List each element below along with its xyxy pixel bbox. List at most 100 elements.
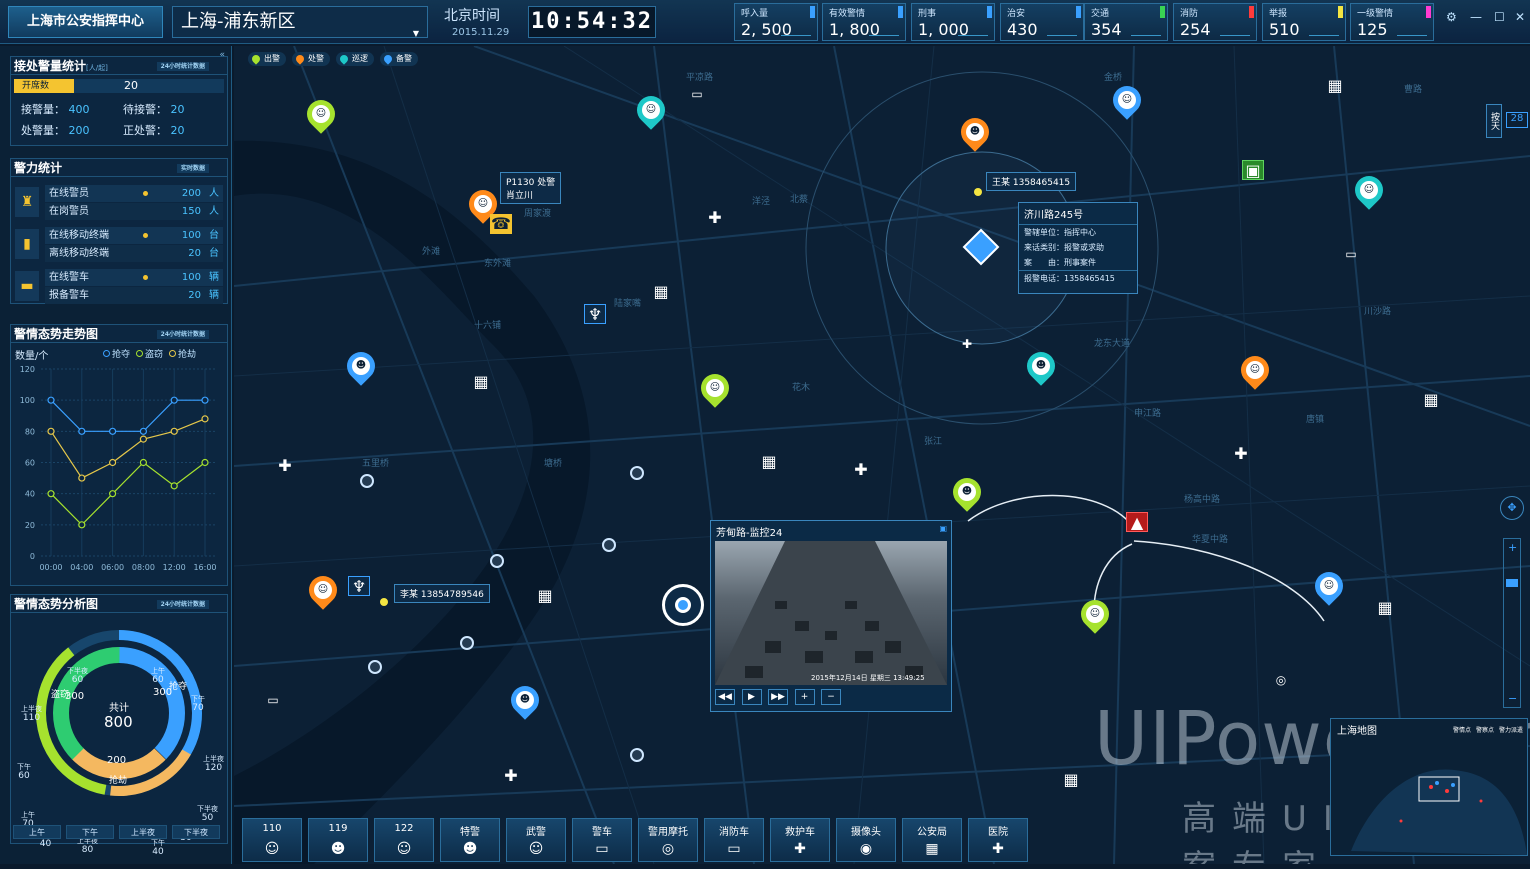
period-tab[interactable]: 下半夜 <box>172 825 220 839</box>
layer-toggle-fire-truck[interactable]: 消防车 ▭ <box>704 818 764 862</box>
stat-box-1[interactable]: 有效警情 1, 800 <box>822 3 906 41</box>
vehicle-label[interactable]: P1130 处警 肖立川 <box>500 172 562 204</box>
stat-box-5[interactable]: 消防 254 <box>1173 3 1257 41</box>
hospital-icon[interactable]: ✚ <box>850 460 872 480</box>
incident-icon[interactable]: ▣ <box>1242 160 1264 180</box>
hospital-icon[interactable]: ✚ <box>500 766 522 786</box>
police-car-icon[interactable]: ▭ <box>686 84 708 104</box>
maximize-icon[interactable]: ☐ <box>1494 10 1505 24</box>
data-point[interactable] <box>201 458 209 467</box>
layer-toggle-firefighter[interactable]: 119 ☻ <box>308 818 368 862</box>
video-frame[interactable]: 2015年12月14日 星期三 13:49:25 <box>715 541 947 685</box>
map-legend-item[interactable]: 处警 <box>292 52 330 66</box>
zoom-in-icon[interactable]: + <box>1508 541 1517 554</box>
zoom-control[interactable]: ✥ + − <box>1500 496 1524 726</box>
stat-box-2[interactable]: 刑事 1, 000 <box>911 3 995 41</box>
patrol-pin[interactable]: ☺ <box>1075 594 1115 640</box>
patrol-pin[interactable]: ☺ <box>631 90 671 136</box>
layer-toggle-police-car[interactable]: 警车 ▭ <box>572 818 632 862</box>
caller-label[interactable]: 王某 1358465415 <box>986 172 1077 191</box>
force-line[interactable]: 离线移动终端 20 台 <box>45 245 223 262</box>
standby-pin[interactable]: ☺ <box>1107 80 1147 126</box>
layer-toggle-motorcycle[interactable]: 警用摩托 ◎ <box>638 818 698 862</box>
stat-box-3[interactable]: 治安 430 <box>1000 3 1084 41</box>
hospital-icon[interactable]: ✚ <box>1230 444 1252 464</box>
data-point[interactable] <box>139 435 147 443</box>
zoom-slider[interactable]: + − <box>1503 538 1521 708</box>
camera-icon[interactable] <box>630 466 644 480</box>
ambulance-icon[interactable]: ✚ <box>956 334 978 354</box>
data-point[interactable] <box>78 427 86 435</box>
data-point[interactable] <box>108 490 117 498</box>
hospital-icon[interactable]: ✚ <box>704 208 726 228</box>
force-line[interactable]: 在岗警员 150 人 <box>45 203 223 220</box>
standby-pin[interactable]: ☻ <box>505 680 545 726</box>
pan-icon[interactable]: ✥ <box>1500 496 1524 520</box>
data-point[interactable] <box>170 482 178 490</box>
patrol-pin[interactable]: ☺ <box>1349 170 1389 216</box>
camera-video-popup[interactable]: 芳甸路-监控24 ▣ 2015年12月14日 星期三 13:49:25 ◀◀ ▶… <box>710 520 952 712</box>
emergency-icon[interactable]: ♆ <box>584 304 606 324</box>
stat-box-7[interactable]: 一级警情 125 <box>1350 3 1434 41</box>
data-point[interactable] <box>170 396 178 404</box>
map-legend-item[interactable]: 备警 <box>380 52 418 66</box>
fire-incident-icon[interactable]: ▲ <box>1126 512 1148 532</box>
data-point[interactable] <box>139 427 147 435</box>
layer-toggle-camera[interactable]: 摄像头 ◉ <box>836 818 896 862</box>
force-line[interactable]: 在线警员 200 人 <box>45 185 223 202</box>
hospital-icon[interactable]: ✚ <box>274 456 296 476</box>
caller-label[interactable]: 李某 13854789546 <box>394 584 490 603</box>
police-station-icon[interactable]: ▦ <box>758 452 780 472</box>
settings-icon[interactable]: ⚙ <box>1446 10 1457 24</box>
emergency-icon[interactable]: ♆ <box>348 576 370 596</box>
dispatch-pin[interactable]: ☺ <box>303 570 343 616</box>
zoom-out-button[interactable]: − <box>821 689 841 705</box>
minimap[interactable]: 上海地图 警情点 警察点 警力派遣 <box>1330 718 1528 856</box>
legend-item[interactable]: 抢劫 <box>169 350 196 360</box>
layer-toggle-swat[interactable]: 特警 ☻ <box>440 818 500 862</box>
forward-button[interactable]: ▶▶ <box>768 689 788 705</box>
layer-toggle-armed-police[interactable]: 武警 ☺ <box>506 818 566 862</box>
police-station-icon[interactable]: ▦ <box>534 586 556 606</box>
camera-icon[interactable] <box>460 636 474 650</box>
phone-alert-icon[interactable]: ☎ <box>490 214 512 234</box>
patrol-pin[interactable]: ☻ <box>1021 346 1061 392</box>
force-line[interactable]: 在线移动终端 100 台 <box>45 227 223 244</box>
caller-marker[interactable] <box>380 598 388 606</box>
caller-marker[interactable] <box>974 188 982 196</box>
data-point[interactable] <box>47 490 55 498</box>
police-station-icon[interactable]: ▦ <box>1060 770 1082 790</box>
camera-icon[interactable] <box>360 474 374 488</box>
legend-item[interactable]: 抢夺 <box>103 350 130 360</box>
layer-toggle-traffic-officer[interactable]: 122 ☺ <box>374 818 434 862</box>
camera-icon[interactable] <box>490 554 504 568</box>
data-point[interactable] <box>47 427 55 435</box>
zoom-handle[interactable] <box>1506 579 1518 587</box>
fire-truck-icon[interactable]: ▭ <box>262 690 284 710</box>
close-icon[interactable]: ✕ <box>1515 10 1525 24</box>
layer-toggle-ambulance[interactable]: 救护车 ✚ <box>770 818 830 862</box>
layer-toggle-police-station[interactable]: 公安局 ▦ <box>902 818 962 862</box>
data-point[interactable] <box>201 396 209 404</box>
camera-icon[interactable] <box>630 748 644 762</box>
layer-toggle-police-officer[interactable]: 110 ☺ <box>242 818 302 862</box>
data-point[interactable] <box>108 458 117 467</box>
locate-target-icon[interactable] <box>662 584 704 626</box>
legend-item[interactable]: 盗窃 <box>136 350 163 360</box>
minimize-icon[interactable]: — <box>1470 10 1482 24</box>
standby-pin[interactable]: ☻ <box>341 346 381 392</box>
period-tab[interactable]: 下午 <box>66 825 114 839</box>
data-point[interactable] <box>139 458 147 467</box>
layer-toggle-hospital[interactable]: 医院 ✚ <box>968 818 1028 862</box>
patrol-pin[interactable]: ☺ <box>695 368 735 414</box>
force-line[interactable]: 报备警车 20 辆 <box>45 287 223 304</box>
motorcycle-icon[interactable]: ◎ <box>1270 670 1292 690</box>
police-station-icon[interactable]: ▦ <box>1324 76 1346 96</box>
data-point[interactable] <box>47 396 55 404</box>
district-select[interactable]: 上海-浦东新区 ▼ <box>172 6 428 38</box>
police-station-icon[interactable]: ▦ <box>1420 390 1442 410</box>
patrol-pin[interactable]: ☺ <box>301 94 341 140</box>
police-station-icon[interactable]: ▦ <box>650 282 672 302</box>
stat-box-6[interactable]: 举报 510 <box>1262 3 1346 41</box>
data-point[interactable] <box>78 474 86 482</box>
